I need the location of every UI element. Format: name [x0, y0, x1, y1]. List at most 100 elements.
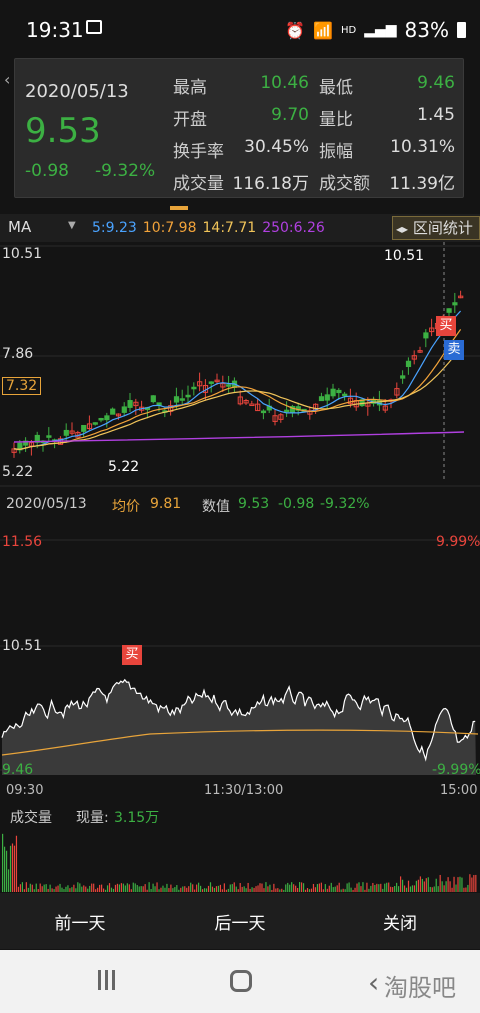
volume-bar — [9, 845, 12, 892]
close-button[interactable]: 关闭 — [320, 909, 480, 934]
volume-bar — [172, 888, 174, 892]
volume-bar — [390, 886, 392, 892]
volume-bar — [51, 888, 53, 892]
volume-bar — [427, 877, 429, 892]
volume-bar — [259, 883, 261, 892]
buy-marker[interactable]: 买 — [436, 316, 456, 336]
intraday-chart[interactable] — [0, 520, 480, 780]
volume-bar — [437, 886, 439, 892]
kline-candle — [110, 408, 116, 415]
range-stats-button[interactable]: ◂▸ 区间统计 — [392, 216, 480, 240]
volume-bar — [203, 888, 206, 892]
volume-bar — [304, 889, 307, 892]
watermark-text: 淘股吧 — [384, 974, 456, 1002]
volume-bar — [106, 885, 109, 892]
intraday-buy-marker[interactable]: 买 — [122, 645, 142, 665]
volume-bar — [350, 887, 352, 892]
time-axis: 09:30 11:30/13:00 15:00 — [0, 782, 480, 800]
volume-bar — [471, 877, 473, 892]
volume-bar — [138, 886, 140, 892]
kline-candle — [191, 386, 197, 390]
popup-date: 2020/05/13 — [25, 81, 129, 102]
volume-bar — [461, 877, 463, 892]
volume-bar — [300, 882, 303, 892]
volume-bar — [102, 888, 105, 892]
ma5-value: 5:9.23 — [92, 220, 137, 236]
bottom-action-bar: 前一天 后一天 关闭 — [0, 893, 480, 949]
status-icons: ⏰ 📶 HD ▂▄▆ 83% — [285, 18, 466, 42]
volume-bar — [328, 885, 330, 892]
volume-bar — [435, 878, 437, 892]
signal-icon: ▂▄▆ — [364, 22, 397, 38]
volume-bar — [39, 883, 41, 892]
candle-info-popup: 2020/05/13 9.53 -0.98 -9.32% 最高 10.46 最低… — [14, 58, 464, 198]
volume-bar — [447, 877, 449, 892]
next-day-button[interactable]: 后一天 — [160, 909, 320, 934]
volume-bar — [469, 874, 471, 892]
hd-badge: HD — [341, 24, 357, 36]
status-bar: 19:31 ⏰ 📶 HD ▂▄▆ 83% — [0, 0, 480, 60]
info-avg-label: 均价 — [112, 499, 140, 515]
intraday-y-bottom: 9.46 — [2, 762, 34, 778]
sell-marker[interactable]: 卖 — [444, 340, 464, 360]
volume-bar — [176, 885, 178, 892]
volume-bar — [229, 884, 231, 892]
volume-bar — [273, 883, 275, 892]
volume-bar — [81, 886, 83, 892]
popup-label-low: 最低 — [319, 78, 353, 98]
volume-bar — [110, 887, 113, 892]
intraday-price-area — [2, 679, 476, 775]
volume-bar — [374, 884, 376, 892]
volume-bar — [227, 888, 229, 892]
kline-candle — [150, 395, 156, 403]
volume-bar — [285, 884, 287, 892]
kline-candle — [179, 398, 185, 401]
home-icon[interactable] — [230, 970, 252, 992]
volume-chart — [2, 833, 477, 892]
ma10-line — [13, 329, 462, 451]
kline-y-mid: 7.86 — [2, 346, 34, 362]
kline-candle — [324, 394, 330, 401]
volume-bar — [403, 885, 406, 892]
volume-bar — [425, 878, 427, 892]
indicator-select[interactable]: MA ▼ — [8, 218, 84, 240]
volume-bar — [399, 876, 402, 892]
volume-bar — [19, 884, 22, 892]
kline-candles — [11, 290, 464, 458]
volume-bar — [211, 886, 214, 892]
volume-bar — [433, 886, 435, 892]
volume-bar — [368, 888, 370, 892]
volume-bar — [144, 884, 146, 892]
volume-now-value: 3.15万 — [114, 810, 160, 826]
volume-bar — [35, 883, 37, 892]
kline-candle — [330, 388, 336, 397]
prev-day-button[interactable]: 前一天 — [0, 909, 160, 934]
back-icon[interactable]: ‹ — [368, 966, 379, 999]
volume-bar — [279, 889, 281, 892]
kline-chart[interactable] — [0, 242, 480, 487]
volume-bar — [475, 874, 477, 892]
kline-candle — [98, 417, 104, 421]
popup-label-open: 开盘 — [173, 110, 207, 130]
volume-bar — [463, 887, 465, 892]
popup-label-amount: 成交额 — [319, 174, 370, 194]
volume-now-label: 现量: — [76, 810, 109, 826]
volume-bar — [104, 889, 107, 892]
volume-bar — [417, 879, 419, 892]
volume-bar — [429, 886, 431, 892]
volume-bar — [146, 889, 148, 892]
popup-label-high: 最高 — [173, 78, 207, 98]
scroll-marker[interactable] — [170, 206, 188, 210]
intraday-info-row: 2020/05/13 均价 9.81 数值 9.53 -0.98 -9.32% — [0, 490, 480, 518]
volume-bar — [423, 881, 425, 892]
volume-bar — [287, 882, 289, 892]
kline-candle — [46, 435, 52, 438]
volume-bar — [308, 889, 311, 892]
popup-value-volume: 116.18万 — [232, 174, 309, 194]
recents-icon[interactable] — [96, 970, 118, 990]
volume-bar — [124, 885, 126, 892]
volume-bar — [320, 882, 322, 892]
volume-bar — [114, 884, 117, 892]
volume-bar — [162, 885, 164, 892]
volume-bar — [184, 886, 186, 892]
